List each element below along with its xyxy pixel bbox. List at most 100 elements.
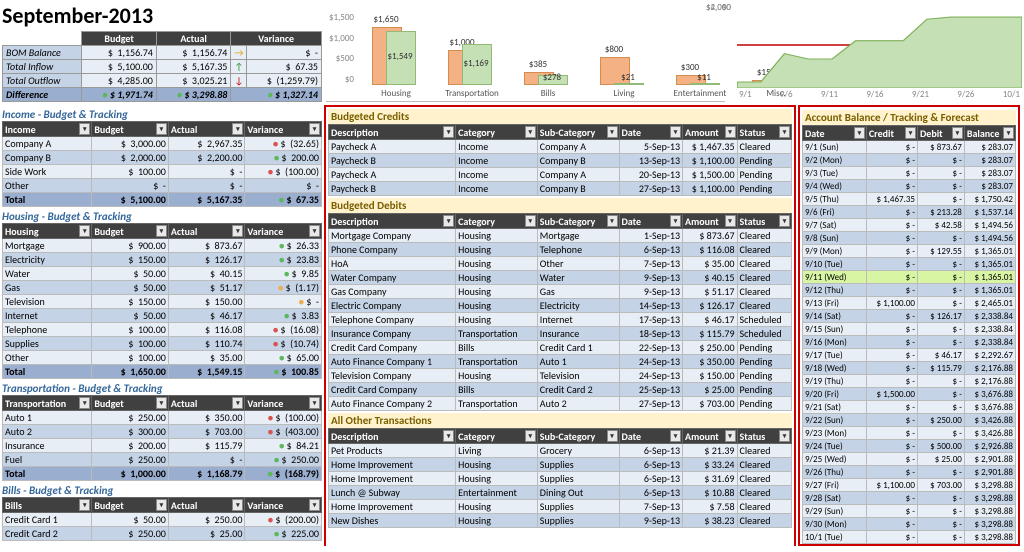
col-header[interactable]: Sub-Category▾	[537, 125, 619, 140]
dropdown-icon[interactable]: ▾	[309, 225, 320, 237]
col-header[interactable]: Status▾	[737, 429, 791, 444]
table-row[interactable]: 9/25 (Wed)$ -$ 25.00$ 2,901.88	[803, 453, 1016, 466]
table-row[interactable]: Water $ 50.00 $ 40.15 $ 9.85	[3, 267, 322, 281]
dropdown-icon[interactable]: ▾	[232, 499, 243, 511]
col-header[interactable]: Amount▾	[683, 429, 737, 444]
dropdown-icon[interactable]: ▾	[79, 499, 90, 511]
col-header[interactable]: Housing▾	[3, 224, 92, 239]
table-row[interactable]: Credit Card 2 $ 250.00 $ 25.00 $ 225.00	[3, 527, 322, 541]
col-header[interactable]: Date▾	[803, 126, 867, 141]
table-row[interactable]: New DishesHousingSupplies9-Sep-13$ 38.23…	[329, 514, 792, 528]
table-row[interactable]: 9/6 (Fri)$ -$ 213.28$ 1,537.14	[803, 206, 1016, 219]
table-row[interactable]: Other $ - $ - $ -	[3, 179, 322, 193]
table-row[interactable]: 9/28 (Sat)$ -$ -$ 3,298.88	[803, 492, 1016, 505]
table-row[interactable]: 9/26 (Thu)$ -$ -$ 2,901.88	[803, 466, 1016, 479]
table-row[interactable]: Other $ 100.00 $ 35.00 $ 65.00	[3, 351, 322, 365]
table-row[interactable]: Television $ 150.00 $ 150.00 $ -	[3, 295, 322, 309]
dropdown-icon[interactable]: ▾	[156, 499, 167, 511]
table-row[interactable]: 9/27 (Fri)$ 1,100.00$ 703.00$ 3,298.88	[803, 479, 1016, 492]
table-row[interactable]: Phone CompanyHousingTelephone6-Sep-13$ 1…	[329, 243, 792, 257]
col-header[interactable]: Date▾	[619, 125, 683, 140]
col-header[interactable]: Income▾	[3, 122, 92, 137]
table-row[interactable]: Telephone $ 100.00 $ 116.08 $ (16.08)	[3, 323, 322, 337]
table-row[interactable]: Paycheck BIncomeCompany B27-Sep-13$ 1,10…	[329, 182, 792, 196]
table-row[interactable]: Auto 2 $ 300.00 $ 703.00 $ (403.00)	[3, 425, 322, 439]
table-row[interactable]: HoAHousingOther7-Sep-13$ 35.00Cleared	[329, 257, 792, 271]
col-header[interactable]: Variance▾	[245, 498, 322, 513]
table-row[interactable]: Auto Finance Company 2TransportationAuto…	[329, 397, 792, 411]
dropdown-icon[interactable]: ▾	[156, 123, 167, 135]
col-header[interactable]: Balance▾	[964, 126, 1015, 141]
table-row[interactable]: Auto 1 $ 250.00 $ 350.00 $ (100.00)	[3, 411, 322, 425]
col-header[interactable]: Actual▾	[168, 498, 245, 513]
dropdown-icon[interactable]: ▾	[779, 430, 790, 442]
dropdown-icon[interactable]: ▾	[443, 215, 454, 227]
col-header[interactable]: Variance▾	[245, 396, 322, 411]
table-row[interactable]: Auto Finance Company 1TransportationAuto…	[329, 355, 792, 369]
table-row[interactable]: 9/12 (Thu)$ -$ -$ 1,365.01	[803, 284, 1016, 297]
table-row[interactable]: 9/8 (Sun)$ -$ -$ 1,494.56	[803, 232, 1016, 245]
dropdown-icon[interactable]: ▾	[607, 430, 618, 442]
table-row[interactable]: 9/16 (Mon)$ -$ -$ 2,338.84	[803, 336, 1016, 349]
col-header[interactable]: Description▾	[329, 125, 456, 140]
table-row[interactable]: Company B $ 2,000.00 $ 2,200.00 $ 200.00	[3, 151, 322, 165]
table-row[interactable]: Electric CompanyHousingElectricity14-Sep…	[329, 299, 792, 313]
col-header[interactable]: Category▾	[456, 214, 538, 229]
col-header[interactable]: Date▾	[619, 429, 683, 444]
col-header[interactable]: Amount▾	[683, 125, 737, 140]
table-row[interactable]: 9/3 (Tue)$ -$ -$ 283.07	[803, 167, 1016, 180]
dropdown-icon[interactable]: ▾	[156, 397, 167, 409]
dropdown-icon[interactable]: ▾	[309, 123, 320, 135]
table-row[interactable]: Electricity $ 150.00 $ 126.17 $ 23.83	[3, 253, 322, 267]
col-header[interactable]: Actual▾	[168, 224, 245, 239]
table-row[interactable]: 9/13 (Fri)$ 1,100.00$ -$ 2,465.01	[803, 297, 1016, 310]
table-row[interactable]: 9/20 (Fri)$ 1,500.00$ -$ 3,676.88	[803, 388, 1016, 401]
table-row[interactable]: 9/1 (Sun)$ -$ 873.67$ 283.07	[803, 141, 1016, 154]
table-row[interactable]: Water CompanyHousingWater9-Sep-13$ 40.15…	[329, 271, 792, 285]
table-row[interactable]: Gas $ 50.00 $ 51.17 $ (1.17)	[3, 281, 322, 295]
dropdown-icon[interactable]: ▾	[443, 126, 454, 138]
dropdown-icon[interactable]: ▾	[525, 215, 536, 227]
dropdown-icon[interactable]: ▾	[725, 126, 736, 138]
table-row[interactable]: Internet $ 50.00 $ 46.17 $ 3.83	[3, 309, 322, 323]
col-header[interactable]: Budget▾	[92, 498, 169, 513]
col-header[interactable]: Description▾	[329, 214, 456, 229]
dropdown-icon[interactable]: ▾	[443, 430, 454, 442]
table-row[interactable]: Home ImprovementHousingSupplies6-Sep-13$…	[329, 472, 792, 486]
table-row[interactable]: Lunch @ SubwayEntertainmentDining Out6-S…	[329, 486, 792, 500]
table-row[interactable]: 9/4 (Wed)$ -$ -$ 283.07	[803, 180, 1016, 193]
col-header[interactable]: Status▾	[737, 125, 791, 140]
col-header[interactable]: Sub-Category▾	[537, 429, 619, 444]
dropdown-icon[interactable]: ▾	[232, 225, 243, 237]
table-row[interactable]: 9/10 (Tue)$ -$ -$ 1,365.01	[803, 258, 1016, 271]
col-header[interactable]: Debit▾	[918, 126, 965, 141]
table-row[interactable]: Insurance $ 200.00 $ 115.79 $ 84.21	[3, 439, 322, 453]
table-row[interactable]: 9/9 (Mon)$ -$ 129.55$ 1,365.01	[803, 245, 1016, 258]
dropdown-icon[interactable]: ▾	[779, 215, 790, 227]
col-header[interactable]: Category▾	[456, 429, 538, 444]
dropdown-icon[interactable]: ▾	[725, 215, 736, 227]
dropdown-icon[interactable]: ▾	[607, 126, 618, 138]
table-row[interactable]: Insurance CompanyTransportationInsurance…	[329, 327, 792, 341]
col-header[interactable]: Budget▾	[92, 122, 169, 137]
table-row[interactable]: 9/18 (Wed)$ -$ 115.79$ 2,176.88	[803, 362, 1016, 375]
dropdown-icon[interactable]: ▾	[725, 430, 736, 442]
dropdown-icon[interactable]: ▾	[79, 123, 90, 135]
dropdown-icon[interactable]: ▾	[156, 225, 167, 237]
col-header[interactable]: Variance▾	[245, 224, 322, 239]
table-row[interactable]: Paycheck AIncomeCompany A20-Sep-13$ 1,50…	[329, 168, 792, 182]
dropdown-icon[interactable]: ▾	[670, 430, 681, 442]
dropdown-icon[interactable]: ▾	[525, 126, 536, 138]
col-header[interactable]: Actual▾	[168, 396, 245, 411]
col-header[interactable]: Credit▾	[866, 126, 917, 141]
table-row[interactable]: 10/1 (Tue)$ -$ -$ 3,298.88	[803, 531, 1016, 544]
table-row[interactable]: 9/22 (Sun)$ -$ 250.00$ 3,426.88	[803, 414, 1016, 427]
table-row[interactable]: 9/30 (Mon)$ -$ -$ 3,298.88	[803, 518, 1016, 531]
dropdown-icon[interactable]: ▾	[670, 126, 681, 138]
table-row[interactable]: 9/29 (Sun)$ -$ -$ 3,298.88	[803, 505, 1016, 518]
table-row[interactable]: 9/2 (Mon)$ -$ -$ 283.07	[803, 154, 1016, 167]
dropdown-icon[interactable]: ▾	[952, 127, 963, 139]
table-row[interactable]: Credit Card CompanyBillsCredit Card 122-…	[329, 341, 792, 355]
col-header[interactable]: Actual▾	[168, 122, 245, 137]
col-header[interactable]: Description▾	[329, 429, 456, 444]
